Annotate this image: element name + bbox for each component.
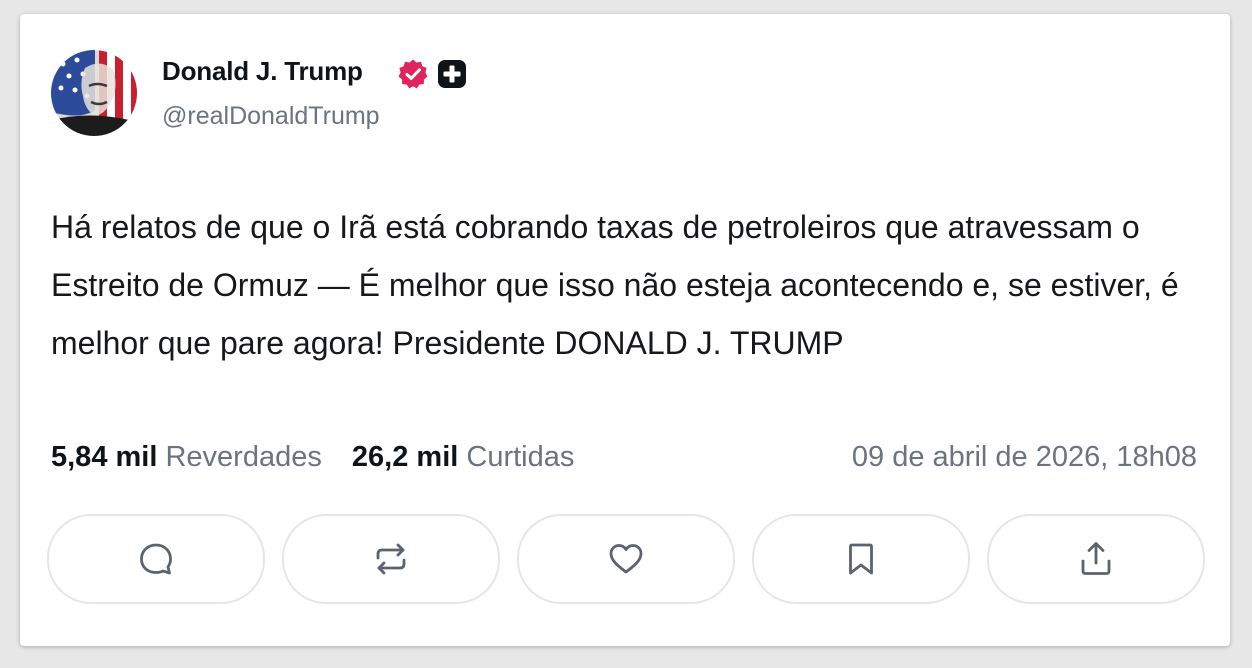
author-display-name[interactable]: Donald J. Trump [162, 56, 363, 87]
likes-label[interactable]: Curtidas [466, 441, 574, 473]
repost-icon [376, 543, 406, 575]
comment-icon [140, 543, 172, 575]
share-button[interactable] [987, 514, 1205, 604]
action-bar [47, 514, 1205, 604]
plus-badge-icon [438, 60, 466, 88]
avatar[interactable] [51, 50, 137, 136]
reposts-count[interactable]: 5,84 mil [51, 441, 157, 473]
post-text: Há relatos de que o Irã está cobrando ta… [51, 209, 1179, 361]
repost-button[interactable] [282, 514, 500, 604]
reply-button[interactable] [47, 514, 265, 604]
heart-icon [609, 544, 643, 574]
avatar-portrait-image [51, 50, 137, 136]
verified-badge-icon [398, 59, 428, 89]
post-card: Donald J. Trump @realDonaldTrump Há rela… [20, 14, 1230, 646]
like-button[interactable] [517, 514, 735, 604]
engagement-stats: 5,84 mil Reverdades 26,2 mil Curtidas [51, 441, 574, 474]
post-timestamp[interactable]: 09 de abril de 2026, 18h08 [852, 441, 1197, 474]
reposts-label[interactable]: Reverdades [165, 441, 321, 473]
likes-count[interactable]: 26,2 mil [352, 441, 458, 473]
share-icon [1081, 542, 1111, 575]
author-handle[interactable]: @realDonaldTrump [162, 102, 380, 131]
bookmark-icon [849, 543, 873, 575]
bookmark-button[interactable] [752, 514, 970, 604]
